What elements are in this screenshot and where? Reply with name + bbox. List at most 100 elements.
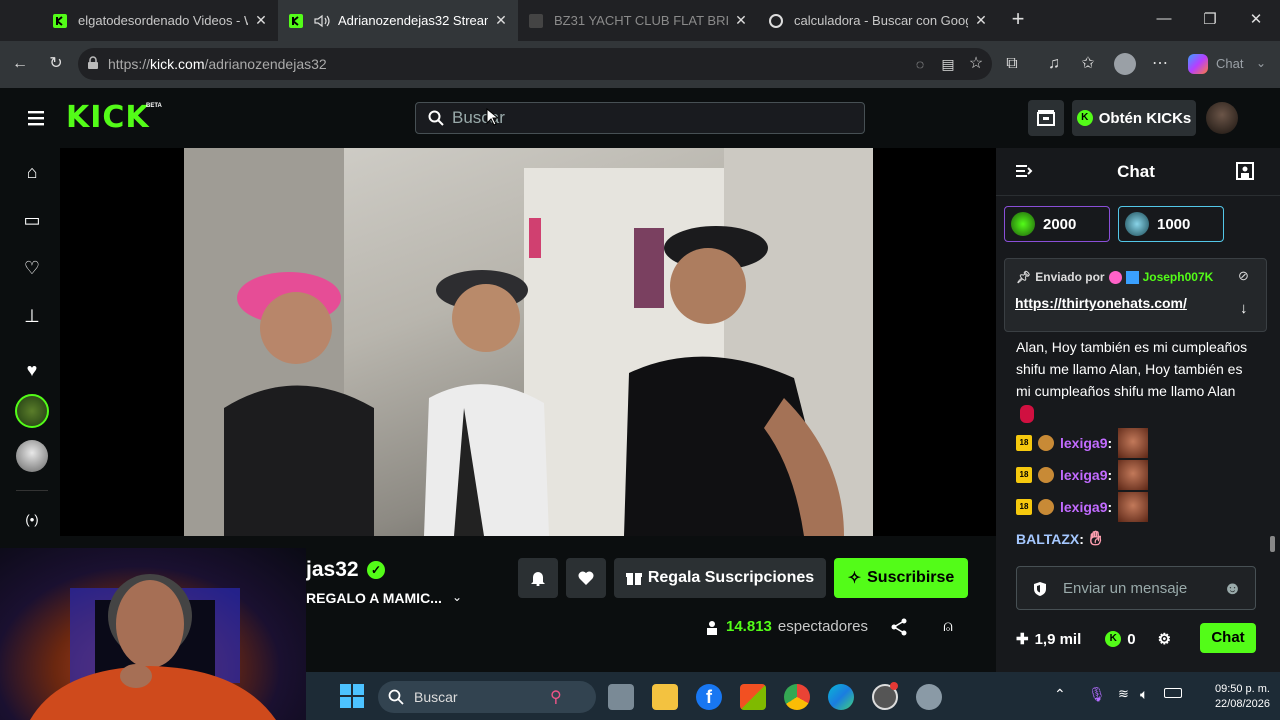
new-tab-button[interactable]: + [1006, 8, 1030, 32]
search-input[interactable]: Buscar [415, 102, 865, 134]
send-chat-button[interactable]: Chat [1200, 623, 1256, 653]
taskbar-search[interactable]: Buscar ⚲ [378, 681, 596, 713]
channel-name[interactable]: jas32 [306, 558, 359, 582]
wifi-icon[interactable]: ≋ [1118, 686, 1129, 702]
close-window-icon[interactable]: ✕ [1246, 10, 1266, 30]
microphone-icon[interactable]: 🎙︎ [1088, 686, 1106, 703]
live-broadcast-icon[interactable]: (•) [20, 508, 44, 532]
favorite-star-icon[interactable]: ☆ [964, 52, 988, 76]
facebook-icon[interactable]: f [696, 684, 722, 710]
chat-users-icon[interactable] [1236, 162, 1256, 182]
copilot-label[interactable]: Chat [1216, 56, 1243, 71]
report-icon[interactable]: ⍝ [938, 618, 958, 638]
chat-message-body: Alan, Hoy también es mi cumpleaños shifu… [1016, 339, 1248, 399]
favorites-icon[interactable]: ✩ [1076, 52, 1100, 76]
browser-tab-1[interactable]: elgatodesordenado Videos - Watch ✕ [42, 0, 278, 41]
emoji-picker-icon[interactable]: ☻ [1223, 578, 1242, 599]
pinned-by-label: Enviado por [1035, 270, 1105, 284]
follower-goal-card[interactable]: 1000 [1118, 206, 1224, 242]
site-info-icon[interactable] [86, 56, 100, 70]
back-icon[interactable]: ← [8, 52, 32, 76]
clock-time: 09:50 p. m. [1214, 683, 1270, 695]
chat-username[interactable]: lexiga9 [1060, 499, 1107, 515]
profile-avatar[interactable] [1114, 53, 1136, 75]
close-tab-icon[interactable]: ✕ [974, 12, 988, 29]
hide-pin-icon[interactable]: ⊘ [1238, 268, 1249, 284]
more-menu-icon[interactable]: ⋯ [1148, 52, 1172, 76]
pinned-link[interactable]: https://thirtyonehats.com/ [1015, 295, 1187, 311]
chat-username[interactable]: BALTAZX [1016, 531, 1079, 547]
task-view-icon[interactable] [608, 684, 634, 710]
chat-username[interactable]: lexiga9 [1060, 435, 1107, 451]
speaker-icon[interactable] [314, 13, 330, 29]
media-icon[interactable]: ♫ [1042, 52, 1066, 76]
tab-title: Adrianozendejas32 Stream - W [338, 13, 488, 28]
chrome-icon[interactable] [784, 684, 810, 710]
close-tab-icon[interactable]: ✕ [734, 12, 748, 29]
url-prefix: https:// [108, 56, 151, 72]
verified-badge-icon: ✓ [367, 561, 385, 579]
minimize-icon[interactable]: — [1154, 10, 1174, 30]
viewers-icon [707, 620, 717, 635]
address-bar[interactable]: https://kick.com/adrianozendejas32 [78, 48, 992, 80]
browser-tab-4[interactable]: calculadora - Buscar con Google ✕ [758, 0, 998, 41]
search-icon [428, 110, 444, 126]
close-tab-icon[interactable]: ✕ [254, 12, 268, 29]
expand-arrow-down-icon[interactable]: ↓ [1240, 300, 1248, 317]
viewer-count: 14.813 espectadores [704, 618, 868, 635]
chat-scrollbar[interactable] [1270, 536, 1275, 552]
chat-username[interactable]: lexiga9 [1060, 467, 1107, 483]
notification-bell-button[interactable] [518, 558, 558, 598]
browser-tab-2[interactable]: Adrianozendejas32 Stream - W ✕ [278, 0, 518, 41]
chevron-down-icon[interactable]: ⌄ [452, 590, 462, 604]
battery-icon[interactable] [1164, 688, 1182, 698]
browse-icon[interactable]: ▭ [20, 208, 44, 232]
mouse-cursor-icon [486, 107, 500, 126]
chat-row: 18 lexiga9: [1016, 492, 1149, 522]
hamburger-menu-icon[interactable] [24, 106, 48, 130]
mod-badge-icon [1108, 270, 1122, 284]
taskbar-clock[interactable]: 09:50 p. m. 22/08/2026 [1194, 682, 1270, 712]
inventory-icon[interactable] [1028, 100, 1064, 136]
kick-logo[interactable]: KICK [66, 100, 150, 135]
sub-goal-card[interactable]: 2000 [1004, 206, 1110, 242]
user-avatar[interactable] [1206, 102, 1238, 134]
extensions-icon[interactable]: ⧉ [1000, 52, 1024, 76]
get-kicks-button[interactable]: K Obtén KICKs [1072, 100, 1196, 136]
chevron-down-icon[interactable]: ⌄ [1256, 56, 1266, 70]
subscribe-button[interactable]: ✧ Suscribirse [834, 558, 968, 598]
follow-heart-button[interactable] [566, 558, 606, 598]
share-icon[interactable] [890, 618, 910, 638]
volume-icon[interactable]: 🔈︎ [1140, 686, 1148, 703]
followed-channel-avatar[interactable] [15, 394, 49, 428]
file-explorer-icon[interactable] [652, 684, 678, 710]
followed-channel-avatar[interactable] [16, 440, 48, 472]
pinned-by-user[interactable]: Joseph007K [1143, 270, 1214, 284]
store-icon[interactable] [740, 684, 766, 710]
home-icon[interactable]: ⌂ [20, 160, 44, 184]
close-tab-icon[interactable]: ✕ [494, 12, 508, 29]
reload-icon[interactable]: ↻ [44, 52, 68, 76]
chat-message-text: Alan, Hoy también es mi cumpleaños shifu… [1016, 336, 1256, 424]
video-frame[interactable] [184, 148, 873, 536]
tracking-prevention-icon[interactable]: ◌ [908, 52, 932, 76]
browser-tab-3[interactable]: BZ31 YACHT CLUB FLAT BRIM – TH ✕ [518, 0, 758, 41]
edge-icon[interactable] [828, 684, 854, 710]
age-badge: 18 [1016, 467, 1032, 483]
stream-title: REGALO A MAMIC... [306, 590, 442, 606]
chat-title: Chat [1117, 162, 1155, 181]
chevron-up-icon[interactable]: ⌃ [1054, 686, 1066, 703]
followed-heart-icon[interactable]: ♥ [20, 358, 44, 382]
chat-message-input[interactable]: Enviar un mensaje ☻ [1016, 566, 1256, 610]
restore-icon[interactable]: ❐ [1200, 10, 1220, 30]
viewers-label: espectadores [777, 618, 868, 635]
clips-icon[interactable]: ⊥ [20, 304, 44, 328]
windows-start-icon[interactable] [340, 684, 364, 708]
reader-icon[interactable]: ▤ [936, 52, 960, 76]
settings-gear-icon[interactable]: ⚙ [1158, 630, 1171, 648]
settings-gear-icon[interactable] [916, 684, 942, 710]
collapse-chat-icon[interactable] [1014, 162, 1036, 182]
copilot-icon[interactable] [1188, 54, 1208, 74]
gift-subs-button[interactable]: Regala Suscripciones [614, 558, 826, 598]
following-heart-icon[interactable]: ♡ [20, 256, 44, 280]
